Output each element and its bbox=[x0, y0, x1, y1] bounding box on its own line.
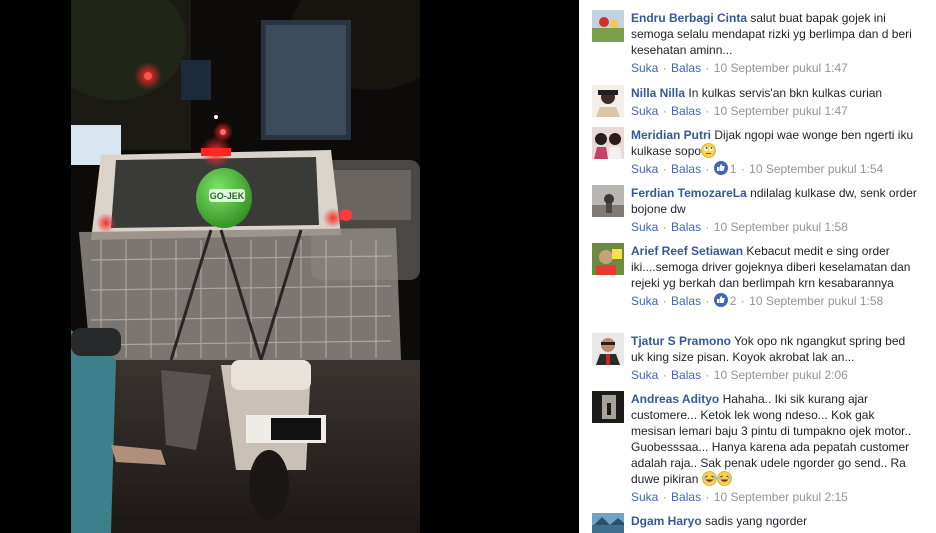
laughing-emoji bbox=[701, 471, 717, 486]
comment-timestamp[interactable]: 10 September pukul 1:58 bbox=[749, 294, 883, 308]
avatar[interactable] bbox=[592, 127, 624, 159]
comment-author[interactable]: Dgam Haryo bbox=[631, 514, 702, 528]
comment-author[interactable]: Tjatur S Pramono bbox=[631, 334, 731, 348]
like-link[interactable]: Suka bbox=[631, 220, 658, 234]
comment-actions: Suka · Balas · 10 September pukul 1:58 bbox=[631, 220, 848, 234]
avatar[interactable] bbox=[592, 333, 624, 365]
comment-actions: Suka · Balas · 2 · 10 September pukul 1:… bbox=[631, 293, 884, 308]
reply-link[interactable]: Balas bbox=[671, 220, 701, 234]
comment-timestamp[interactable]: 10 September pukul 1:54 bbox=[749, 162, 883, 176]
avatar[interactable] bbox=[592, 513, 624, 533]
comment-timestamp[interactable]: 10 September pukul 1:58 bbox=[714, 220, 848, 234]
comment-text-block: Arief Reef Setiawan Kebacut medit e sing… bbox=[631, 243, 921, 291]
like-count[interactable]: 1 bbox=[730, 162, 737, 176]
comment-author[interactable]: Arief Reef Setiawan bbox=[631, 244, 743, 258]
like-link[interactable]: Suka bbox=[631, 162, 658, 176]
reply-link[interactable]: Balas bbox=[671, 294, 701, 308]
like-thumb-icon bbox=[713, 293, 728, 307]
avatar[interactable] bbox=[592, 85, 624, 117]
photo[interactable]: GO-JEK bbox=[71, 0, 420, 533]
like-link[interactable]: Suka bbox=[631, 368, 658, 382]
avatar[interactable] bbox=[592, 243, 624, 275]
comment-text-block: Dgam Haryo sadis yang ngorder bbox=[631, 513, 921, 529]
like-link[interactable]: Suka bbox=[631, 294, 658, 308]
comment-actions: Suka · Balas · 10 September pukul 1:47 bbox=[631, 104, 848, 118]
comment-text-block: Ferdian TemozareLa ndilalag kulkase dw, … bbox=[631, 185, 921, 217]
comment-author[interactable]: Meridian Putri bbox=[631, 128, 711, 142]
like-link[interactable]: Suka bbox=[631, 490, 658, 504]
comment-author[interactable]: Andreas Adityo bbox=[631, 392, 719, 406]
avatar[interactable] bbox=[592, 391, 624, 423]
like-link[interactable]: Suka bbox=[631, 104, 658, 118]
rolling-eyes-emoji bbox=[701, 143, 716, 158]
avatar[interactable] bbox=[592, 185, 624, 217]
comment-actions: Suka · Balas · 10 September pukul 2:15 bbox=[631, 490, 848, 504]
avatar[interactable] bbox=[592, 10, 624, 42]
comment-author[interactable]: Nilla Nilla bbox=[631, 86, 685, 100]
like-thumb-icon bbox=[713, 161, 728, 175]
like-count[interactable]: 2 bbox=[730, 294, 737, 308]
comment-timestamp[interactable]: 10 September pukul 2:15 bbox=[714, 490, 848, 504]
like-link[interactable]: Suka bbox=[631, 61, 658, 75]
reply-link[interactable]: Balas bbox=[671, 490, 701, 504]
reply-link[interactable]: Balas bbox=[671, 61, 701, 75]
comment-actions: Suka · Balas · 10 September pukul 2:06 bbox=[631, 368, 848, 382]
laughing-emoji bbox=[716, 471, 732, 486]
comment-text: Hahaha.. Iki sik kurang ajar customere..… bbox=[631, 392, 912, 486]
comment-text: In kulkas servis'an bkn kulkas curian bbox=[688, 86, 883, 100]
photo-viewer: GO-JEK bbox=[0, 0, 579, 533]
comment-text-block: Nilla Nilla In kulkas servis'an bkn kulk… bbox=[631, 85, 921, 101]
comment-actions: Suka · Balas · 1 · 10 September pukul 1:… bbox=[631, 161, 884, 176]
helmet-logo-text: GO-JEK bbox=[210, 191, 245, 201]
comment-text-block: Andreas Adityo Hahaha.. Iki sik kurang a… bbox=[631, 391, 921, 487]
comments-panel: Endru Berbagi Cinta salut buat bapak goj… bbox=[579, 0, 936, 533]
comment-text: sadis yang ngorder bbox=[705, 514, 808, 528]
comment-text-block: Meridian Putri Dijak ngopi wae wonge ben… bbox=[631, 127, 921, 159]
reply-link[interactable]: Balas bbox=[671, 162, 701, 176]
reply-link[interactable]: Balas bbox=[671, 368, 701, 382]
comment-timestamp[interactable]: 10 September pukul 1:47 bbox=[714, 104, 848, 118]
comment-actions: Suka · Balas · 10 September pukul 1:47 bbox=[631, 61, 848, 75]
comment-timestamp[interactable]: 10 September pukul 2:06 bbox=[714, 368, 848, 382]
comment-text-block: Endru Berbagi Cinta salut buat bapak goj… bbox=[631, 10, 921, 58]
comment-text-block: Tjatur S Pramono Yok opo nk ngangkut spr… bbox=[631, 333, 921, 365]
comment-timestamp[interactable]: 10 September pukul 1:47 bbox=[714, 61, 848, 75]
comment-author[interactable]: Endru Berbagi Cinta bbox=[631, 11, 747, 25]
reply-link[interactable]: Balas bbox=[671, 104, 701, 118]
comment-author[interactable]: Ferdian TemozareLa bbox=[631, 186, 747, 200]
